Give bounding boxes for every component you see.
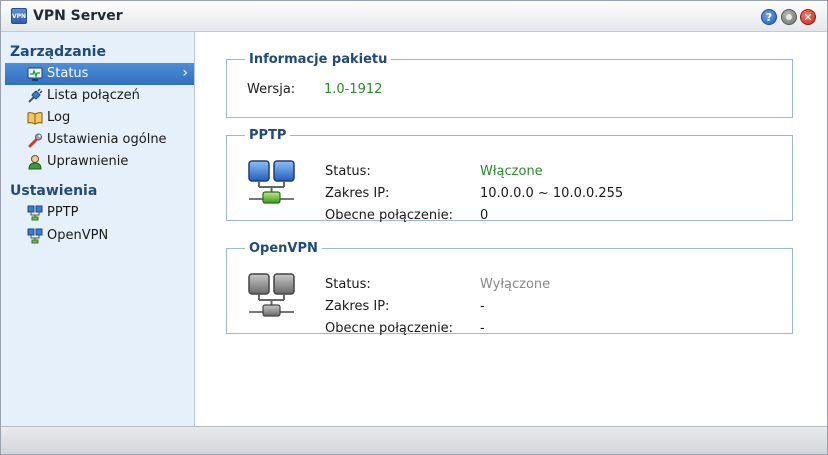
- openvpn-ip-range-label: Zakres IP:: [325, 299, 390, 314]
- wrench-icon: [28, 133, 42, 148]
- window-title: VPN Server: [33, 8, 123, 24]
- sidebar-item-label: PPTP: [47, 205, 79, 220]
- pptp-current-connections-value: 0: [480, 208, 489, 223]
- sidebar-item-label: Log: [47, 110, 71, 125]
- openvpn-status-value: Wyłączone: [480, 277, 551, 292]
- sidebar-section-management: Zarządzanie: [10, 44, 106, 60]
- sidebar-item-label: Ustawienia ogólne: [47, 132, 167, 147]
- sidebar-item-status[interactable]: Status ›: [5, 63, 194, 85]
- pptp-legend: PPTP: [249, 128, 287, 143]
- openvpn-current-connections-value: -: [480, 321, 485, 336]
- openvpn-group: OpenVPN Status: Wyłączone Zakres IP: - O…: [226, 241, 793, 336]
- network-icon: [27, 228, 43, 244]
- version-label: Wersja:: [247, 82, 296, 97]
- pptp-status-label: Status:: [325, 164, 371, 179]
- minimize-icon[interactable]: [781, 9, 797, 25]
- sidebar-item-label: Lista połączeń: [47, 88, 140, 103]
- openvpn-legend: OpenVPN: [249, 241, 318, 256]
- package-info-group: Informacje pakietu Wersja: 1.0-1912: [226, 52, 793, 118]
- network-icon: [27, 205, 43, 221]
- pptp-ip-range-value: 10.0.0.0 ~ 10.0.0.255: [480, 186, 624, 201]
- vpn-server-window: VPN VPN Server ? ✕ Zarządzanie Status › …: [0, 0, 828, 455]
- sidebar-item-pptp[interactable]: PPTP: [5, 202, 194, 224]
- help-icon[interactable]: ?: [761, 9, 777, 25]
- monitor-icon: [27, 67, 43, 81]
- pptp-status-value: Włączone: [480, 164, 543, 179]
- book-icon: [27, 112, 43, 125]
- sidebar-item-label: OpenVPN: [47, 228, 109, 243]
- sidebar-item-label: Status: [47, 66, 89, 81]
- sidebar-item-log[interactable]: Log: [5, 107, 194, 129]
- version-value: 1.0-1912: [324, 82, 383, 97]
- sidebar-item-privileges[interactable]: Uprawnienie: [5, 151, 194, 173]
- openvpn-current-connections-label: Obecne połączenie:: [325, 321, 454, 336]
- user-icon: [28, 155, 42, 170]
- sidebar-section-settings: Ustawienia: [10, 183, 98, 199]
- network-enabled-icon: [248, 160, 295, 204]
- sidebar-item-connection-list[interactable]: Lista połączeń: [5, 85, 194, 107]
- main-panel: Informacje pakietu Wersja: 1.0-1912 PPTP: [196, 32, 827, 426]
- network-disabled-icon: [248, 273, 295, 317]
- pptp-group: PPTP Status: Włączone Zakres IP: 10.0.0.…: [226, 128, 793, 223]
- sidebar-item-general-settings[interactable]: Ustawienia ogólne: [5, 129, 194, 151]
- package-info-legend: Informacje pakietu: [249, 52, 388, 67]
- openvpn-status-label: Status:: [325, 277, 371, 292]
- openvpn-ip-range-value: -: [480, 299, 485, 314]
- title-bar: VPN VPN Server ? ✕: [1, 1, 827, 32]
- connection-plug-icon: [28, 88, 43, 103]
- chevron-right-icon: ›: [182, 65, 188, 81]
- sidebar-item-label: Uprawnienie: [47, 154, 129, 169]
- sidebar-item-openvpn[interactable]: OpenVPN: [5, 225, 194, 247]
- pptp-ip-range-label: Zakres IP:: [325, 186, 390, 201]
- status-bar: [1, 426, 827, 454]
- vpn-app-icon: VPN: [11, 8, 27, 24]
- sidebar: Zarządzanie Status › Lista połączeń Log …: [1, 32, 195, 426]
- close-icon[interactable]: ✕: [800, 9, 816, 25]
- pptp-current-connections-label: Obecne połączenie:: [325, 208, 454, 223]
